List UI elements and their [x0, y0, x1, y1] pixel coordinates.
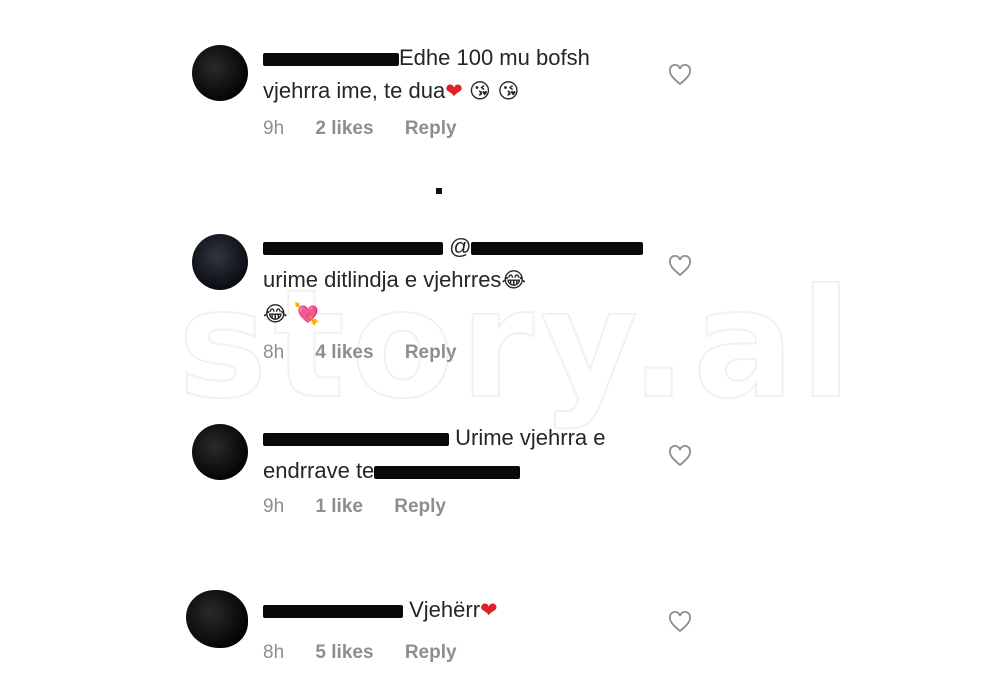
mention-redacted[interactable] [374, 465, 521, 479]
likes-count[interactable]: 1 like [315, 496, 363, 517]
username-redacted[interactable] [263, 604, 403, 618]
likes-count[interactable]: 2 likes [315, 118, 373, 139]
mention-at: @ [449, 234, 472, 259]
comment-meta: 9h 2 likes Reply [263, 118, 483, 140]
kiss-face-emoji: 😘 😘 [468, 79, 520, 103]
like-heart-icon[interactable] [668, 445, 692, 467]
username-redacted[interactable] [263, 432, 449, 446]
comment-body: Edhe 100 mu bofsh vjehrra ime, te dua❤ 😘… [263, 41, 653, 108]
comment-text: urime ditlindja e vjehrres [263, 267, 502, 292]
comment-time: 8h [263, 642, 285, 663]
like-heart-icon[interactable] [668, 64, 692, 86]
avatar[interactable] [186, 590, 248, 648]
avatar[interactable] [192, 234, 248, 290]
comment-text: Vjehërr [409, 597, 481, 622]
likes-count[interactable]: 4 likes [315, 342, 373, 363]
comment-body: Urime vjehrra e endrrave te [263, 421, 653, 487]
comment-body: Vjehërr❤ [263, 593, 653, 627]
username-redacted[interactable] [263, 241, 443, 255]
reply-button[interactable]: Reply [405, 342, 457, 363]
red-heart-emoji: ❤ [480, 598, 498, 622]
comment-time: 8h [263, 342, 285, 363]
avatar[interactable] [192, 45, 248, 101]
comment-time: 9h [263, 118, 285, 139]
reply-button[interactable]: Reply [394, 496, 446, 517]
reply-button[interactable]: Reply [405, 642, 457, 663]
comment-time: 9h [263, 496, 285, 517]
heart-arrow-emoji: 💘 [293, 302, 320, 326]
avatar[interactable] [192, 424, 248, 480]
username-redacted[interactable] [263, 52, 399, 66]
joy-face-emoji: 😂 [501, 268, 526, 292]
red-heart-emoji: ❤ [445, 79, 463, 103]
comment-body: @ urime ditlindja e vjehrres😂 😂 💘 [263, 230, 653, 331]
like-heart-icon[interactable] [668, 255, 692, 277]
likes-count[interactable]: 5 likes [315, 642, 373, 663]
separator-dot [436, 188, 442, 194]
joy-face-emoji: 😂 [263, 302, 288, 326]
reply-button[interactable]: Reply [405, 118, 457, 139]
comment-meta: 9h 1 like Reply [263, 496, 472, 518]
mention-redacted[interactable] [471, 241, 644, 255]
like-heart-icon[interactable] [668, 611, 692, 633]
comment-meta: 8h 5 likes Reply [263, 642, 483, 664]
comment-meta: 8h 4 likes Reply [263, 342, 483, 364]
